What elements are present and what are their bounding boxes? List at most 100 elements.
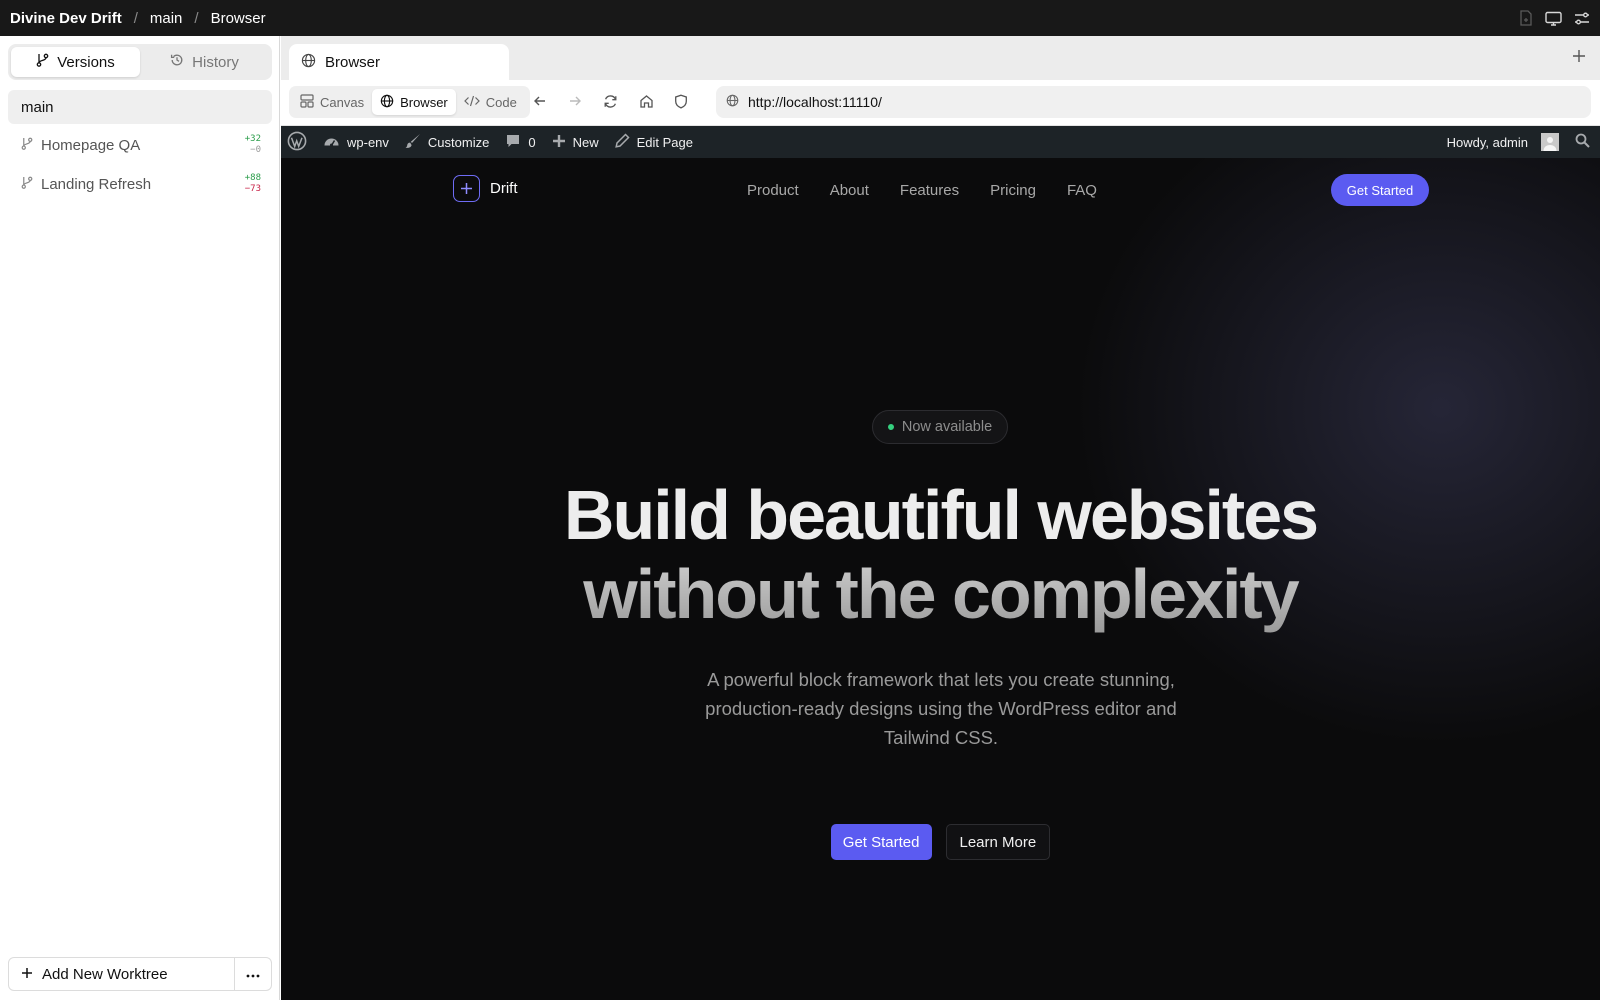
site-viewport: Drift Product About Features Pricing FAQ… bbox=[281, 158, 1600, 1000]
wp-customize-label: Customize bbox=[427, 134, 490, 150]
search-icon bbox=[1575, 133, 1590, 151]
add-worktree-button[interactable]: Add New Worktree bbox=[9, 958, 235, 990]
mode-label: Browser bbox=[400, 94, 448, 110]
dashboard-icon bbox=[323, 133, 340, 152]
browser-panel: Browser Canvas Browser Code http://local… bbox=[281, 36, 1600, 1000]
wordpress-icon bbox=[287, 131, 307, 154]
menu-item-features[interactable]: Features bbox=[900, 182, 959, 199]
wp-customize[interactable]: Customize bbox=[397, 126, 497, 158]
more-options-button[interactable] bbox=[235, 958, 271, 990]
address-bar[interactable]: http://localhost:11110/ bbox=[716, 86, 1591, 118]
menu-item-product[interactable]: Product bbox=[747, 182, 799, 199]
tab-history[interactable]: History bbox=[140, 47, 269, 77]
lines-removed: −0 bbox=[250, 145, 261, 155]
globe-icon bbox=[726, 94, 739, 110]
title-bar: Divine Dev Drift / main / Browser bbox=[0, 0, 1600, 36]
shield-icon[interactable] bbox=[674, 94, 688, 114]
breadcrumb-project[interactable]: Divine Dev Drift bbox=[10, 10, 122, 27]
code-icon bbox=[463, 95, 480, 110]
url-text[interactable]: http://localhost:11110/ bbox=[748, 94, 882, 110]
breadcrumb-view[interactable]: Browser bbox=[211, 10, 266, 27]
diff-stat: +88 −73 bbox=[245, 173, 261, 195]
browser-toolbar: Canvas Browser Code http://localhost:111… bbox=[281, 80, 1600, 126]
home-button[interactable] bbox=[639, 94, 654, 114]
layout-icon bbox=[300, 93, 314, 111]
tab-label: Versions bbox=[57, 53, 115, 71]
wp-edit-page[interactable]: Edit Page bbox=[607, 126, 701, 158]
plus-icon bbox=[552, 134, 566, 151]
worktree-label: Homepage QA bbox=[41, 136, 141, 154]
breadcrumb-branch[interactable]: main bbox=[150, 10, 183, 27]
hero-title-line-1: Build beautiful websites bbox=[563, 476, 1319, 554]
hero-subtitle-line: production-ready designs using the WordP… bbox=[705, 698, 1177, 719]
worktree-item[interactable]: Landing Refresh +88 −73 bbox=[8, 167, 272, 201]
brush-icon bbox=[405, 133, 421, 152]
menu-item-faq[interactable]: FAQ bbox=[1067, 182, 1097, 199]
wp-new-label: New bbox=[572, 134, 599, 150]
header-get-started-button[interactable]: Get Started bbox=[1331, 174, 1429, 206]
worktree-main[interactable]: main bbox=[8, 90, 272, 124]
wp-search[interactable] bbox=[1567, 126, 1600, 158]
learn-more-button[interactable]: Learn More bbox=[945, 824, 1051, 860]
breadcrumb-separator: / bbox=[194, 9, 199, 27]
pencil-icon bbox=[614, 133, 630, 151]
plus-square-icon bbox=[453, 175, 480, 202]
sliders-icon[interactable] bbox=[1574, 11, 1590, 26]
globe-icon bbox=[301, 53, 316, 72]
get-started-button[interactable]: Get Started bbox=[830, 824, 932, 860]
forward-button[interactable] bbox=[568, 94, 582, 113]
sidebar-tabs: Versions History bbox=[8, 44, 272, 80]
mode-label: Code bbox=[485, 94, 517, 110]
branch-icon bbox=[21, 176, 33, 193]
wp-site-name: wp-env bbox=[347, 134, 389, 150]
hero-title-line-2: without the complexity bbox=[281, 555, 1600, 634]
tab-label: History bbox=[192, 53, 239, 71]
tab-strip: Browser bbox=[281, 36, 1600, 80]
status-dot bbox=[887, 424, 894, 430]
add-worktree-label: Add New Worktree bbox=[42, 965, 168, 983]
wp-comments[interactable]: 0 bbox=[497, 126, 543, 158]
wp-site-menu[interactable]: wp-env bbox=[315, 126, 397, 158]
back-button[interactable] bbox=[533, 94, 547, 113]
menu-item-about[interactable]: About bbox=[830, 182, 869, 199]
mode-code[interactable]: Code bbox=[456, 89, 525, 115]
tab-title: Browser bbox=[325, 53, 381, 71]
wp-admin-bar: wp-env Customize 0 New Edit Page Howdy, … bbox=[281, 126, 1600, 158]
badge-label: Now available bbox=[901, 419, 993, 435]
wp-edit-label: Edit Page bbox=[636, 134, 693, 150]
mode-label: Canvas bbox=[320, 94, 365, 110]
menu-item-pricing[interactable]: Pricing bbox=[990, 182, 1036, 199]
wp-new-content[interactable]: New bbox=[544, 126, 607, 158]
wp-comments-count: 0 bbox=[528, 134, 536, 150]
avatar bbox=[1541, 133, 1559, 151]
mode-browser[interactable]: Browser bbox=[372, 89, 456, 115]
wp-howdy: Howdy, admin bbox=[1446, 134, 1528, 150]
new-tab-button[interactable] bbox=[1572, 49, 1586, 68]
comment-icon bbox=[505, 133, 521, 152]
history-icon bbox=[170, 53, 184, 71]
sidebar: Versions History main Homepage QA +32 −0… bbox=[0, 36, 280, 1000]
lines-removed: −73 bbox=[244, 184, 261, 194]
status-badge: Now available bbox=[872, 410, 1008, 444]
hero-subtitle: A powerful block framework that lets you… bbox=[661, 665, 1221, 752]
file-icon[interactable] bbox=[1519, 10, 1533, 26]
tab-versions[interactable]: Versions bbox=[11, 47, 140, 77]
worktree-item[interactable]: Homepage QA +32 −0 bbox=[8, 128, 272, 162]
branch-icon bbox=[21, 137, 33, 154]
hero-subtitle-line: A powerful block framework that lets you… bbox=[707, 669, 1175, 690]
breadcrumb: Divine Dev Drift / main / Browser bbox=[10, 10, 266, 27]
site-logo[interactable]: Drift bbox=[453, 175, 518, 202]
wp-account-menu[interactable]: Howdy, admin bbox=[1439, 126, 1567, 158]
lines-added: +88 bbox=[244, 173, 261, 183]
diff-stat: +32 −0 bbox=[245, 134, 261, 156]
branch-icon bbox=[36, 53, 49, 71]
hero-title: Build beautiful websites without the com… bbox=[281, 476, 1600, 634]
monitor-icon[interactable] bbox=[1545, 11, 1562, 26]
mode-canvas[interactable]: Canvas bbox=[292, 89, 372, 115]
browser-tab[interactable]: Browser bbox=[289, 44, 509, 80]
view-mode-switcher: Canvas Browser Code bbox=[289, 86, 530, 118]
reload-button[interactable] bbox=[603, 94, 618, 114]
worktree-label: Landing Refresh bbox=[41, 175, 152, 193]
wp-logo-menu[interactable] bbox=[281, 126, 315, 158]
breadcrumb-separator: / bbox=[133, 9, 138, 27]
